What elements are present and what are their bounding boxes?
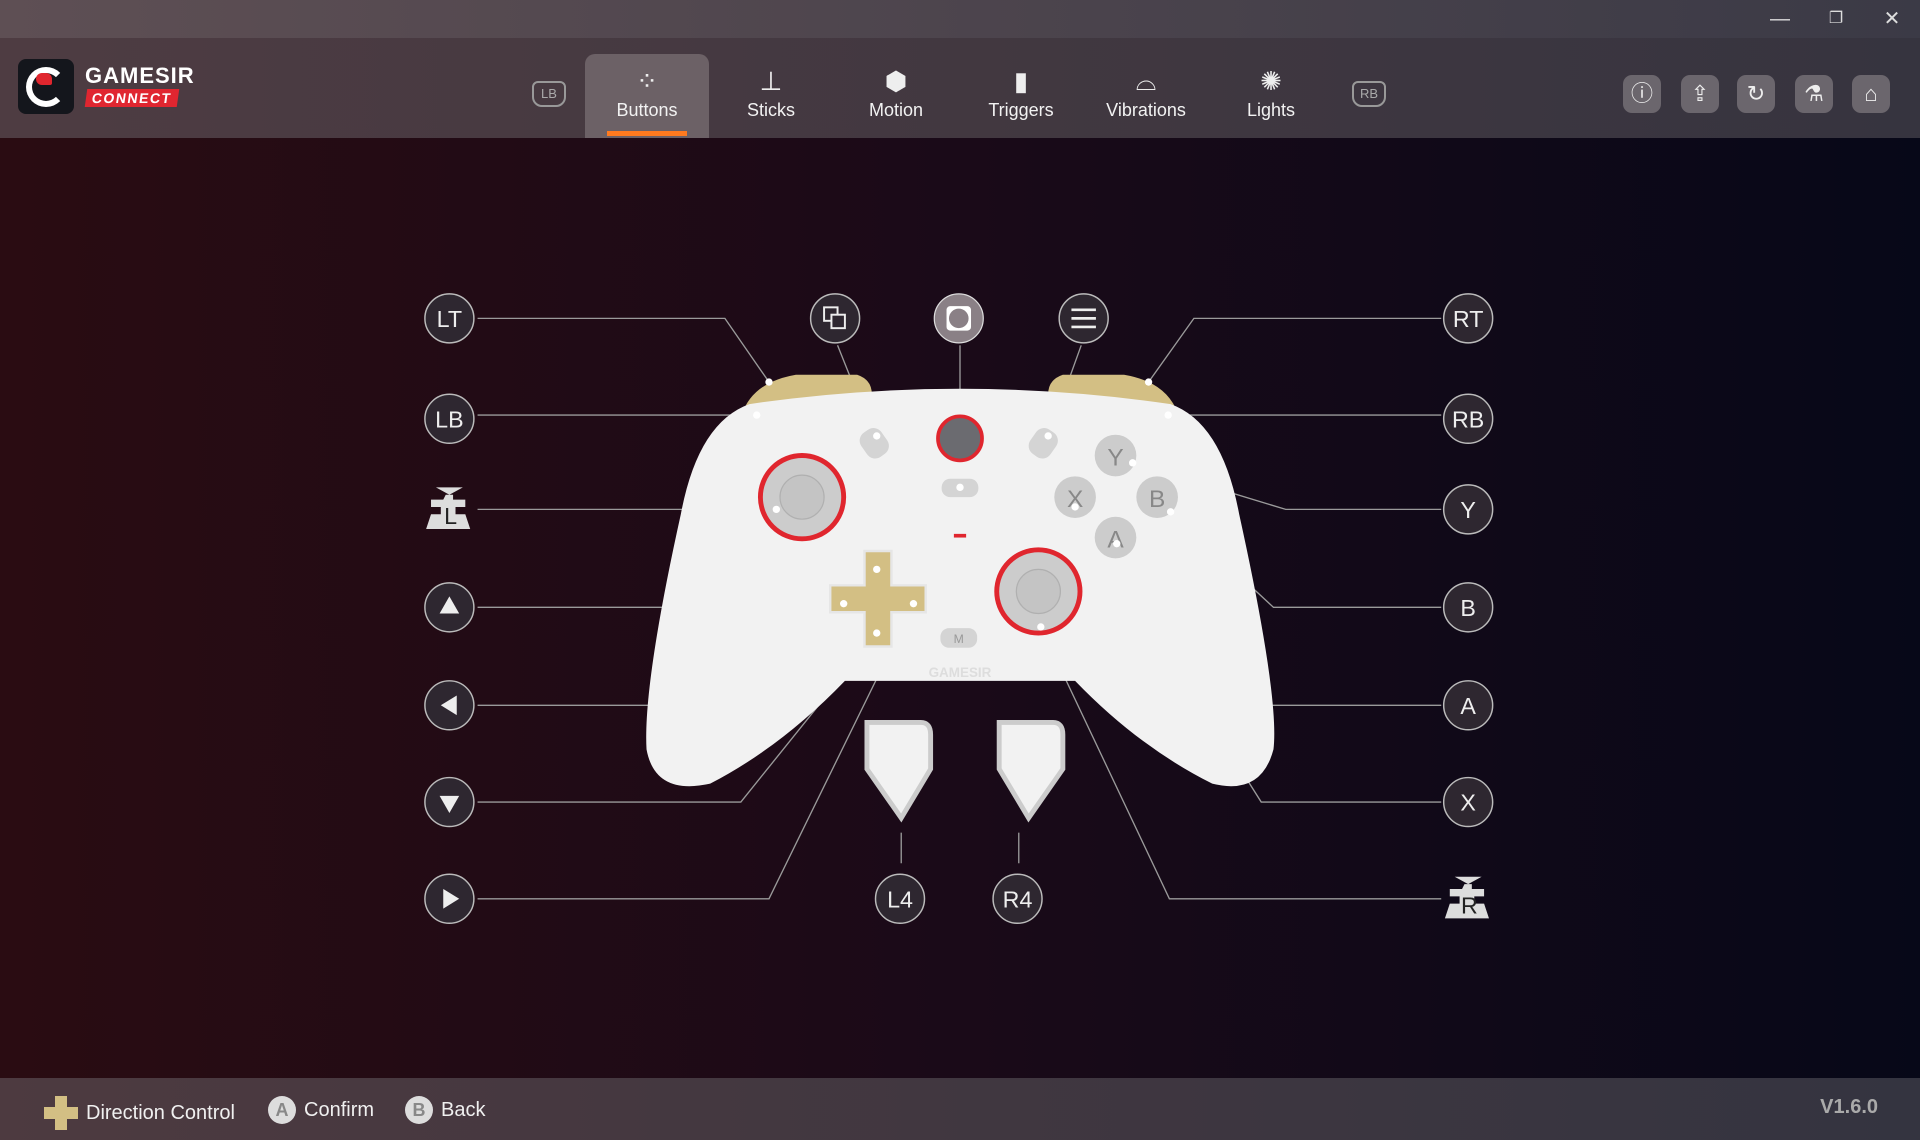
right-bumper-shape <box>1048 374 1178 417</box>
home-logo-icon <box>948 308 969 329</box>
active-tab-indicator <box>607 131 687 136</box>
callout-left-stick-click[interactable]: L <box>426 487 471 529</box>
home-button <box>936 414 984 463</box>
svg-text:LB: LB <box>435 406 463 432</box>
svg-text:L4: L4 <box>887 886 913 912</box>
m-button <box>940 628 978 648</box>
back-paddle-r4 <box>996 720 1066 823</box>
back-paddle-l4 <box>864 720 934 823</box>
header: GAMESIR CONNECT LB ⁘ Buttons ⊥ Sticks ⬢ Mot… <box>0 38 1920 138</box>
svg-text:B: B <box>1149 486 1165 513</box>
right-stick <box>1015 568 1062 615</box>
callout-y[interactable]: Y <box>1442 484 1494 535</box>
controller-vibration-icon: ⌓ <box>1135 66 1157 96</box>
callout-dpad-up[interactable] <box>424 582 475 633</box>
stick-icon: ⊥ <box>759 66 783 96</box>
callout-dpad-left[interactable] <box>424 680 475 731</box>
next-tab-rb-button[interactable]: RB <box>1352 81 1386 107</box>
callout-r4[interactable]: R4 <box>992 873 1043 924</box>
tab-lights[interactable]: ✺ Lights <box>1209 54 1333 138</box>
svg-text:Y: Y <box>1460 497 1476 523</box>
svg-text:A: A <box>1107 526 1124 553</box>
tab-triggers[interactable]: ▮ Triggers <box>959 54 1083 138</box>
hint-direction: Direction Control <box>44 1096 235 1130</box>
svg-text:X: X <box>1460 790 1476 816</box>
upload-icon[interactable]: ⇪ <box>1681 75 1719 113</box>
tab-sticks[interactable]: ⊥ Sticks <box>709 54 833 138</box>
home-icon[interactable]: ⌂ <box>1852 75 1890 113</box>
prev-tab-lb-button[interactable]: LB <box>532 81 566 107</box>
footer-hints: Direction Control A Confirm B Back V1.6.0 <box>0 1078 1920 1140</box>
callout-right-stick-click[interactable]: R <box>1444 876 1489 919</box>
controller-brand-text: GAMESIR <box>929 665 992 680</box>
title-bar: — ❐ ✕ <box>0 0 1920 38</box>
callout-l4[interactable]: L4 <box>874 873 926 924</box>
tab-motion[interactable]: ⬢ Motion <box>834 54 958 138</box>
svg-text:LT: LT <box>437 306 462 332</box>
svg-text:A: A <box>1460 693 1476 719</box>
svg-text:Y: Y <box>1107 444 1123 471</box>
dpad <box>828 549 927 648</box>
close-button[interactable]: ✕ <box>1864 0 1920 38</box>
cube-icon: ⬢ <box>884 66 908 96</box>
svg-text:R: R <box>1461 892 1478 918</box>
controller-illustration: M GAMESIR Y X B A <box>646 374 1275 823</box>
callout-x[interactable]: X <box>1442 776 1494 828</box>
gamepad-buttons-icon: ⁘ <box>636 66 658 96</box>
a-button-icon: A <box>268 1096 296 1124</box>
menu-button <box>1028 428 1058 459</box>
svg-text:RB: RB <box>1452 406 1484 432</box>
m-button-label: M <box>954 632 964 646</box>
svg-text:R4: R4 <box>1003 886 1033 912</box>
face-buttons: Y X B A <box>1054 434 1178 559</box>
callout-menu[interactable] <box>1058 293 1109 344</box>
callout-a[interactable]: A <box>1442 680 1494 731</box>
controller-body <box>646 388 1275 787</box>
callout-rt[interactable]: RT <box>1442 293 1494 344</box>
restore-button[interactable]: ❐ <box>1808 0 1864 38</box>
callout-dpad-down[interactable] <box>424 776 475 828</box>
controller-mapping-view: M GAMESIR Y X B A LT LB L RT RB Y B A X … <box>424 293 1494 924</box>
callout-view[interactable] <box>809 293 861 344</box>
hint-back: B Back <box>405 1096 485 1124</box>
status-led <box>953 533 967 538</box>
callout-b[interactable]: B <box>1442 582 1494 633</box>
gamesir-logo <box>18 59 74 114</box>
right-stick-ring <box>994 547 1083 636</box>
reset-icon[interactable]: ↻ <box>1737 75 1775 113</box>
left-stick-ring <box>757 453 847 542</box>
leader-lines <box>477 317 1442 900</box>
view-icon <box>830 313 846 330</box>
flask-icon[interactable]: ⚗ <box>1795 75 1833 113</box>
callout-home[interactable] <box>933 293 984 344</box>
minimize-button[interactable]: — <box>1752 0 1808 38</box>
dpad-icon <box>44 1096 78 1130</box>
tab-buttons[interactable]: ⁘ Buttons <box>585 54 709 138</box>
left-bumper-shape <box>742 374 872 417</box>
version-label: V1.6.0 <box>1820 1096 1878 1118</box>
svg-text:X: X <box>1067 486 1083 513</box>
svg-text:B: B <box>1460 595 1476 621</box>
brand-name: GAMESIR <box>85 63 195 88</box>
callout-dpad-right[interactable] <box>424 873 475 924</box>
view-button <box>859 428 889 459</box>
callout-rb[interactable]: RB <box>1442 393 1494 444</box>
bulb-icon: ✺ <box>1260 66 1282 96</box>
callout-lb[interactable]: LB <box>424 393 475 444</box>
svg-text:RT: RT <box>1453 306 1484 332</box>
trigger-icon: ▮ <box>1013 66 1029 96</box>
b-button-icon: B <box>405 1096 433 1124</box>
left-stick <box>779 474 825 520</box>
hint-confirm: A Confirm <box>268 1096 374 1124</box>
tab-vibrations[interactable]: ⌓ Vibrations <box>1084 54 1208 138</box>
svg-text:L: L <box>444 503 457 529</box>
callout-lt[interactable]: LT <box>424 293 475 344</box>
info-icon[interactable]: ⓘ <box>1623 75 1661 113</box>
share-button <box>941 478 979 498</box>
brand-sub: CONNECT <box>84 89 179 107</box>
